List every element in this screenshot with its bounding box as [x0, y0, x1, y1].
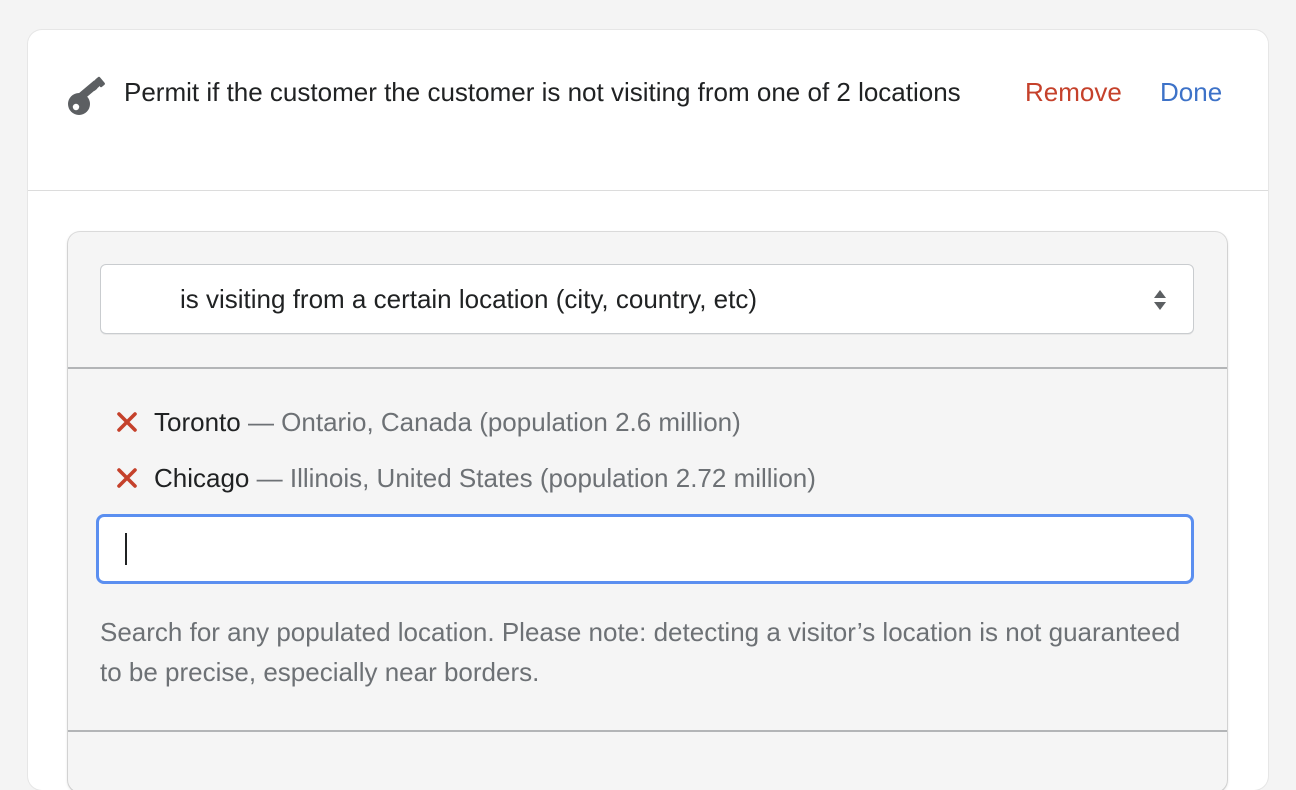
condition-panel: is visiting from a certain location (cit… [68, 232, 1227, 790]
location-search-input[interactable] [96, 514, 1194, 584]
help-text: Search for any populated location. Pleas… [100, 617, 1181, 687]
key-icon [68, 76, 105, 115]
location-detail: — Illinois, United States (population 2.… [249, 463, 816, 493]
location-name: Chicago [154, 463, 250, 493]
remove-location-icon[interactable] [116, 467, 138, 489]
condition-select[interactable]: is visiting from a certain location (cit… [100, 264, 1194, 334]
rule-card: Permit if the customer the customer is n… [28, 30, 1268, 790]
rule-title: Permit if the customer the customer is n… [124, 77, 961, 107]
remove-button[interactable]: Remove [1025, 74, 1122, 110]
select-arrows-icon [1154, 290, 1166, 310]
rule-header: Permit if the customer the customer is n… [28, 30, 1268, 191]
panel-divider [68, 367, 1227, 369]
location-detail: — Ontario, Canada (population 2.6 millio… [240, 407, 741, 437]
panel-divider [68, 730, 1227, 732]
text-caret [125, 533, 127, 565]
done-button[interactable]: Done [1160, 74, 1222, 110]
location-item: Toronto — Ontario, Canada (population 2.… [116, 402, 741, 442]
location-name: Toronto [154, 407, 241, 437]
remove-location-icon[interactable] [116, 411, 138, 433]
location-item: Chicago — Illinois, United States (popul… [116, 458, 816, 498]
condition-select-value: is visiting from a certain location (cit… [180, 284, 758, 314]
